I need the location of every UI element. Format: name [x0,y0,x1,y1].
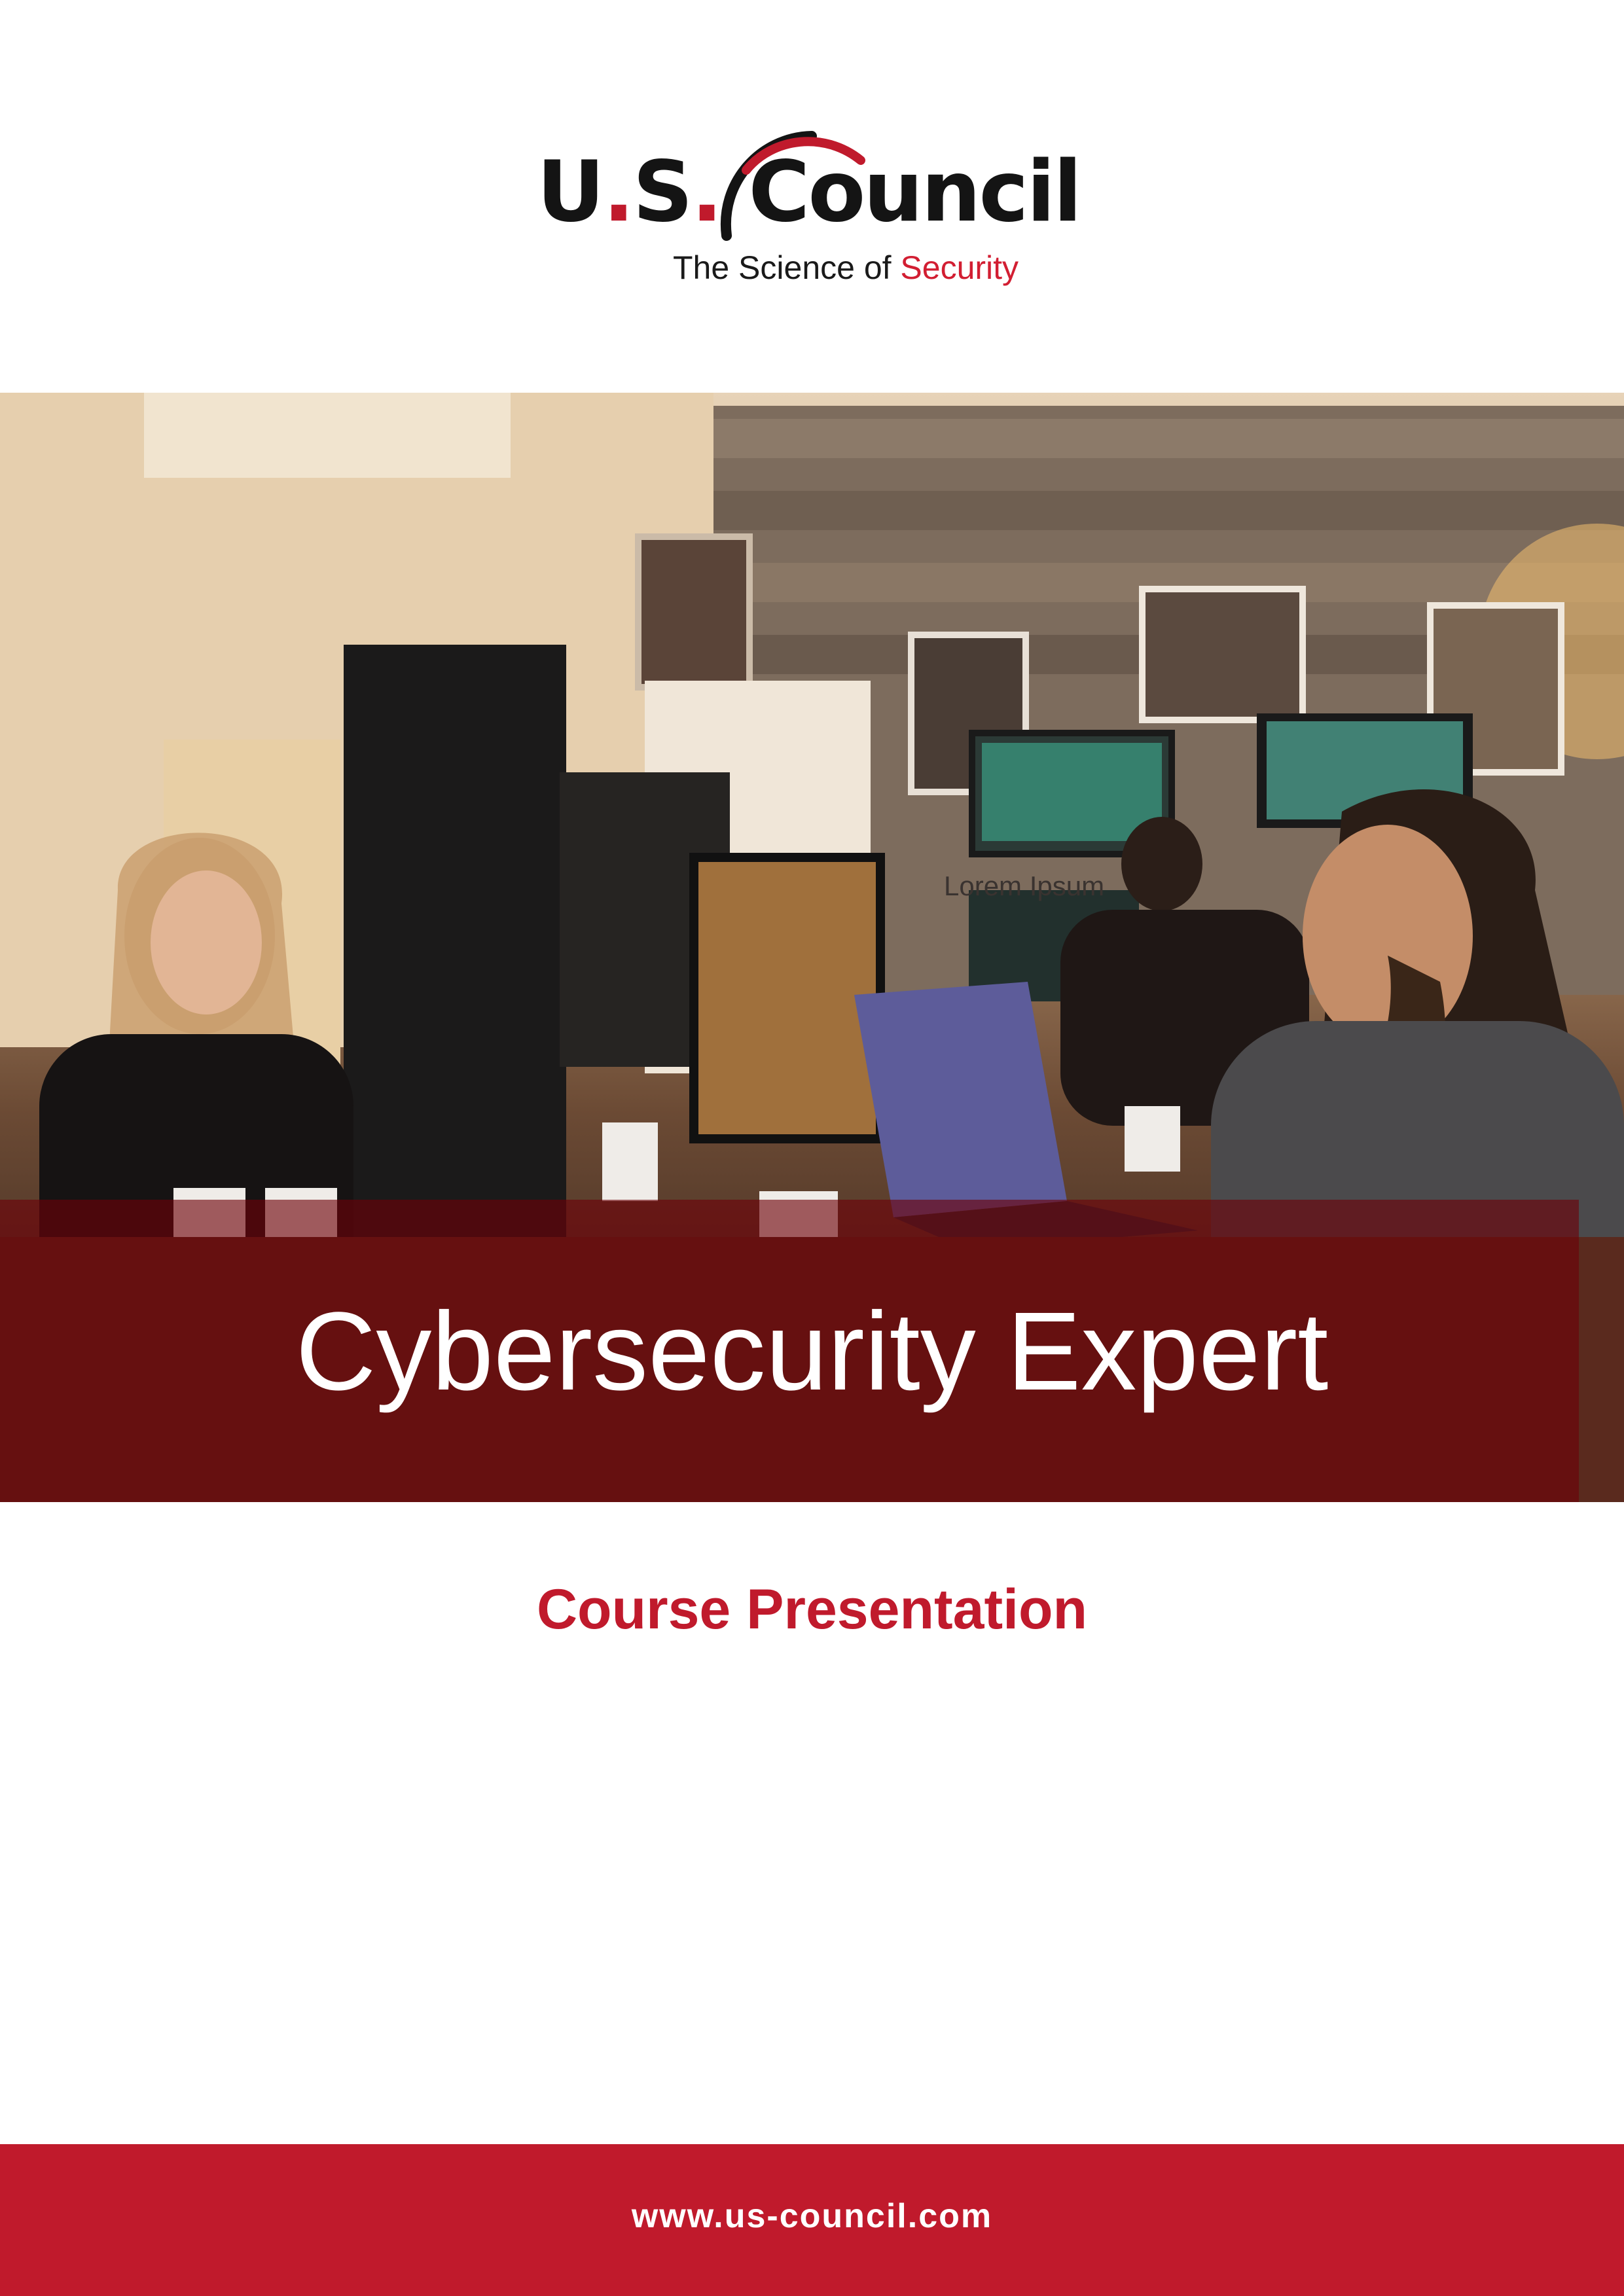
tagline-prefix: The Science of [673,249,901,286]
logo-dot: . [691,143,723,241]
logo-tagline: The Science of Security [673,249,1019,287]
page-subtitle: Course Presentation [536,1578,1088,1641]
hero-image: Lorem Ipsum Cybersecurity Expert [0,393,1624,1502]
hero-title: Cybersecurity Expert [295,1289,1329,1414]
logo-wordmark: U.S. Council [537,151,1082,234]
footer-url-link[interactable]: www.us-council.com [0,2197,1624,2236]
logo-letter-s: S [632,143,693,241]
tagline-accent: Security [900,249,1019,286]
hero-caption: Lorem Ipsum [944,870,1105,901]
logo-letter-u: U [537,143,605,241]
footer-bar: www.us-council.com [0,2144,1624,2296]
logo-council: Council [748,143,1082,241]
brand-logo: U.S. Council The Science of Security [537,124,1082,295]
logo-dot: . [602,143,635,241]
